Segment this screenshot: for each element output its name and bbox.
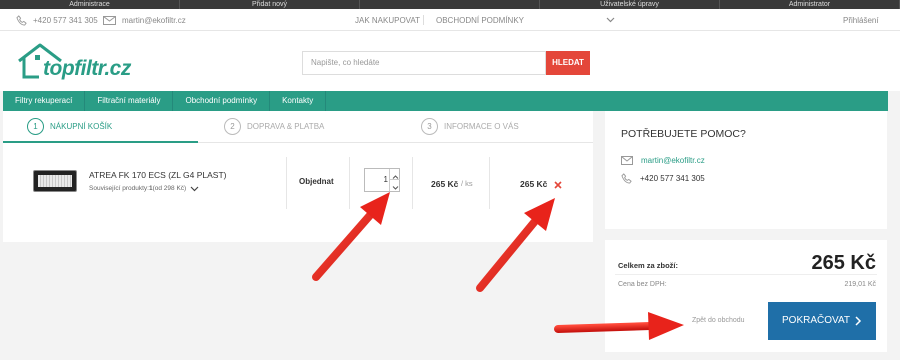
quantity-input[interactable]: 1 (365, 169, 388, 191)
order-summary: Celkem za zboží: 265 Kč Cena bez DPH: 21… (605, 240, 887, 352)
logo-text: topfiltr.cz (43, 57, 131, 80)
total-label: Celkem za zboží: (618, 261, 679, 270)
step-number: 1 (27, 118, 44, 135)
remove-item-button[interactable] (553, 177, 563, 189)
chevron-down-icon (392, 186, 399, 190)
site-header: topfiltr.cz Napište, co hledáte HLEDAT (0, 31, 900, 91)
related-prefix: Související produkty: (89, 185, 149, 192)
help-phone[interactable]: +420 577 341 305 (621, 173, 705, 184)
admin-bar-user-settings[interactable]: Uživatelské úpravy (540, 0, 720, 9)
help-title: POTŘEBUJETE POMOC? (621, 128, 746, 140)
step-number: 2 (224, 118, 241, 135)
nav-item-filtracni-materialy[interactable]: Filtrační materiály (85, 91, 174, 111)
topbar-phone[interactable]: +420 577 341 305 (16, 9, 98, 31)
mail-icon (103, 15, 116, 25)
chevron-right-icon (854, 302, 862, 357)
step-info[interactable]: 3 INFORMACE O VÁS (421, 118, 519, 135)
help-email-text: martin@ekofiltr.cz (641, 156, 705, 165)
net-price-value: 219,01 Kč (844, 281, 876, 288)
step-shipping[interactable]: 2 DOPRAVA & PLATBA (224, 118, 324, 135)
topbar-how-to-buy[interactable]: JAK NAKUPOVAT (355, 9, 420, 31)
topbar-terms[interactable]: OBCHODNÍ PODMÍNKY (436, 9, 524, 31)
continue-button-label: POKRAČOVAT (782, 315, 850, 326)
topbar-email-text: martin@ekofiltr.cz (122, 15, 186, 25)
help-phone-text: +420 577 341 305 (640, 174, 705, 183)
search-button[interactable]: HLEDAT (546, 51, 590, 75)
step-cart[interactable]: 1 NÁKUPNÍ KOŠÍK (27, 118, 112, 135)
nav-item-kontakty[interactable]: Kontakty (270, 91, 327, 111)
step-label: INFORMACE O VÁS (444, 122, 519, 131)
summary-divider (615, 274, 877, 275)
net-price-label: Cena bez DPH: (618, 281, 667, 288)
step-number: 3 (421, 118, 438, 135)
close-icon (554, 181, 562, 189)
step-label: DOPRAVA & PLATBA (247, 122, 325, 131)
cart-panel: 1 NÁKUPNÍ KOŠÍK 2 DOPRAVA & PLATBA 3 INF… (3, 111, 593, 242)
cart-item-row: ATREA FK 170 ECS (ZL G4 PLAST) Souvisejí… (3, 155, 593, 211)
admin-bar-add-new[interactable]: Přidat nový (180, 0, 360, 9)
phone-icon (621, 173, 632, 184)
column-divider (412, 157, 413, 209)
related-suffix: (od 298 Kč) (152, 185, 187, 192)
quantity-increase-button[interactable] (389, 169, 400, 180)
back-to-shop-link[interactable]: Zpět do obchodu (692, 317, 745, 324)
help-box: POTŘEBUJETE POMOC? martin@ekofiltr.cz +4… (605, 111, 887, 229)
topbar-email[interactable]: martin@ekofiltr.cz (103, 9, 186, 31)
step-label: NÁKUPNÍ KOŠÍK (50, 122, 113, 131)
topbar-phone-text: +420 577 341 305 (33, 15, 98, 25)
item-total-price: 265 Kč (520, 179, 548, 189)
quantity-decrease-button[interactable] (389, 180, 400, 191)
site-logo[interactable]: topfiltr.cz (15, 41, 135, 81)
admin-bar: Administrace Přidat nový Uživatelské úpr… (0, 0, 900, 9)
total-value: 265 Kč (811, 252, 877, 274)
top-info-bar: +420 577 341 305 martin@ekofiltr.cz JAK … (0, 9, 900, 31)
mail-icon (621, 156, 633, 165)
column-divider (286, 157, 287, 209)
admin-bar-administrace[interactable]: Administrace (0, 0, 180, 9)
active-step-underline (3, 141, 198, 143)
product-thumbnail[interactable] (33, 170, 77, 192)
topbar-divider (423, 15, 424, 25)
phone-icon (16, 14, 27, 26)
checkout-steps: 1 NÁKUPNÍ KOŠÍK 2 DOPRAVA & PLATBA 3 INF… (3, 111, 593, 143)
unit-price: 265 Kč (431, 179, 459, 189)
quantity-stepper[interactable]: 1 (364, 168, 400, 192)
product-name[interactable]: ATREA FK 170 ECS (ZL G4 PLAST) (89, 170, 226, 180)
chevron-down-icon[interactable] (606, 9, 621, 31)
chevron-down-icon (190, 186, 199, 191)
nav-item-obchodni-podminky[interactable]: Obchodní podmínky (173, 91, 271, 111)
search-input[interactable]: Napište, co hledáte (302, 51, 546, 75)
unit-per: / ks (461, 179, 473, 188)
continue-button[interactable]: POKRAČOVAT (768, 302, 876, 340)
help-email-link[interactable]: martin@ekofiltr.cz (621, 156, 705, 165)
order-label: Objednat (299, 177, 334, 186)
admin-bar-empty (360, 0, 540, 9)
column-divider (349, 157, 350, 209)
related-products[interactable]: Související produkty: 1 (od 298 Kč) (89, 185, 199, 192)
main-nav: Filtry rekuperací Filtrační materiály Ob… (3, 91, 888, 111)
nav-item-filtry-rekuperaci[interactable]: Filtry rekuperací (3, 91, 86, 111)
topbar-login[interactable]: Přihlášení (843, 9, 879, 31)
column-divider (489, 157, 490, 209)
admin-bar-administrator[interactable]: Administrator (720, 0, 900, 9)
